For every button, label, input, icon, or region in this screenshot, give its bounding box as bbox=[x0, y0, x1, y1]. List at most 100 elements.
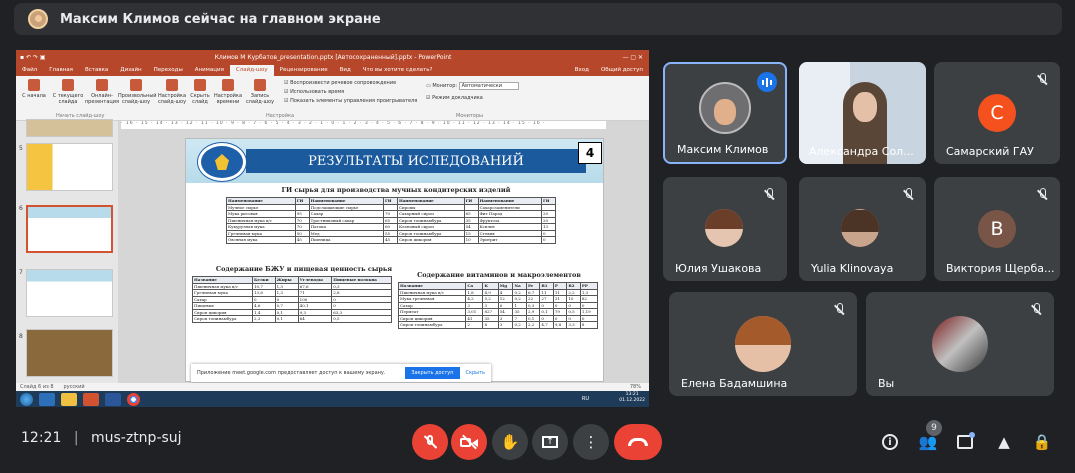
tab-file[interactable]: Файл bbox=[16, 65, 43, 76]
ppt-window-title: Климов М Курбатов_presentation.pptx [Авт… bbox=[214, 53, 452, 61]
table-cell: 10 bbox=[463, 236, 479, 244]
check-narration[interactable]: ☑ Воспроизвести речевое сопровождение bbox=[284, 79, 417, 88]
ppt-statusbar: Слайд 6 из 8 русский 78% bbox=[16, 383, 649, 391]
table-cell: 9,8 bbox=[552, 321, 568, 329]
tab-slideshow[interactable]: Слайд-шоу bbox=[229, 65, 274, 76]
share-link[interactable]: Общий доступ bbox=[595, 65, 649, 76]
window-controls[interactable]: — ▢ ✕ bbox=[616, 54, 649, 61]
tab-transitions[interactable]: Переходы bbox=[148, 65, 189, 76]
tab-view[interactable]: Вид bbox=[334, 65, 357, 76]
raise-hand-button[interactable]: ✋ bbox=[492, 424, 528, 460]
tell-me-search[interactable]: Что вы хотите сделать? bbox=[357, 65, 439, 76]
presenting-text: Максим Климов сейчас на главном экране bbox=[60, 11, 381, 27]
explorer-icon[interactable] bbox=[61, 392, 77, 406]
table-cell: 45 bbox=[294, 236, 310, 244]
zoom-level[interactable]: 78% bbox=[630, 384, 641, 390]
activities-button[interactable]: ▲ bbox=[994, 432, 1014, 452]
ppt-ribbon: С начала С текущего слайда Онлайн-презен… bbox=[16, 76, 649, 121]
present-online-button[interactable]: Онлайн-презентация bbox=[84, 79, 120, 105]
mic-off-icon bbox=[759, 185, 779, 205]
tab-home[interactable]: Главная bbox=[43, 65, 79, 76]
host-controls-button[interactable]: 🔒 bbox=[1032, 432, 1052, 452]
table-row: Сироп топинамбура 2 8 3 0,2 2,2 4,7 9,8 3,3 8 bbox=[397, 321, 599, 329]
participant-tile-maksim[interactable]: Максим Климов bbox=[663, 62, 787, 164]
windows-taskbar: RU 13:21 01.12.2022 bbox=[16, 391, 649, 407]
tab-review[interactable]: Рецензирование bbox=[274, 65, 334, 76]
rehearse-timings-button[interactable]: Настройка времени bbox=[210, 79, 246, 105]
speaking-indicator-icon bbox=[757, 72, 777, 92]
tab-insert[interactable]: Вставка bbox=[79, 65, 114, 76]
shared-screen: ▪ ↶ ↷ ▣ Климов М Курбатов_presentation.p… bbox=[16, 50, 649, 407]
participant-tile-elena[interactable]: Елена Бадамшина bbox=[669, 292, 857, 396]
more-vert-icon: ⋮ bbox=[583, 433, 599, 451]
participant-tile-self[interactable]: Вы bbox=[866, 292, 1054, 396]
camera-toggle-button[interactable] bbox=[451, 424, 487, 460]
gi-table: Наименование ГИ Наименование ГИ Наименование… bbox=[226, 197, 557, 244]
hand-icon: ✋ bbox=[500, 433, 520, 451]
powerpoint-icon[interactable] bbox=[83, 392, 99, 406]
bju-table: Название Белки Жиры Углеводы Пищевые волокна… bbox=[192, 276, 392, 323]
thumbnail-8[interactable] bbox=[26, 329, 113, 377]
monitor-select[interactable]: Автоматически bbox=[458, 82, 520, 90]
check-media-controls[interactable]: ☑ Показать элементы управления проигрыва… bbox=[284, 97, 417, 106]
check-presenter-view[interactable]: ☑ Режим докладчика bbox=[426, 92, 519, 104]
custom-show-button[interactable]: Произвольный слайд-шоу bbox=[118, 79, 157, 105]
check-timings[interactable]: ☑ Использовать время bbox=[284, 88, 417, 97]
participant-tile-samara[interactable]: С Самарский ГАУ bbox=[934, 62, 1060, 164]
chat-button[interactable] bbox=[955, 432, 975, 452]
chat-unread-dot bbox=[969, 432, 975, 438]
ie-icon[interactable] bbox=[39, 392, 55, 406]
record-show-button[interactable]: Запись слайд-шоу bbox=[242, 79, 278, 105]
mic-toggle-button[interactable] bbox=[412, 424, 448, 460]
status-slide: Слайд 6 из 8 bbox=[20, 384, 54, 390]
participant-name: Виктория Щерба... bbox=[946, 262, 1055, 275]
status-language: русский bbox=[63, 384, 85, 390]
table-cell: 0,2 bbox=[512, 321, 527, 329]
hide-notice-button[interactable]: Скрыть bbox=[460, 367, 492, 379]
tab-animations[interactable]: Анимация bbox=[189, 65, 230, 76]
participant-tile-yulia-k[interactable]: Yulia Klinovaya bbox=[799, 177, 926, 281]
present-screen-button[interactable]: ↑ bbox=[532, 424, 568, 460]
participant-avatar bbox=[699, 82, 751, 134]
slide-title: РЕЗУЛЬТАТЫ ИСЛЕДОВАНИЙ bbox=[246, 149, 586, 173]
participant-tile-aleksandra[interactable]: Александра Сол... bbox=[799, 62, 926, 164]
university-logo bbox=[198, 143, 246, 181]
tray-language: RU bbox=[581, 396, 589, 402]
mic-off-icon bbox=[422, 434, 438, 450]
table-cell: 0,1 bbox=[274, 315, 299, 323]
participant-tile-yulia-u[interactable]: Юлия Ушакова bbox=[663, 177, 787, 281]
system-clock: 13:21 01.12.2022 bbox=[619, 392, 645, 403]
more-options-button[interactable]: ⋮ bbox=[573, 424, 609, 460]
people-button[interactable]: 👥 9 bbox=[918, 420, 942, 452]
participant-avatar bbox=[705, 209, 743, 247]
from-beginning-button[interactable]: С начала bbox=[16, 79, 52, 99]
participant-name: Александра Сол... bbox=[809, 145, 914, 158]
mic-off-icon bbox=[898, 185, 918, 205]
ruler: · 16 · 15 · 14 · 13 · 12 · 11 · 10 · 9 ·… bbox=[121, 121, 606, 129]
from-current-button[interactable]: С текущего слайда bbox=[50, 79, 86, 105]
thumbnail-4[interactable] bbox=[26, 119, 113, 137]
sign-in-link[interactable]: Вход bbox=[569, 65, 595, 76]
table-cell: 3,3 bbox=[566, 321, 581, 329]
tab-design[interactable]: Дизайн bbox=[114, 65, 147, 76]
table-cell: 64 bbox=[297, 315, 333, 323]
thumbnail-7[interactable] bbox=[26, 269, 113, 317]
table-cell: Сироп цикория bbox=[396, 236, 465, 244]
participant-tile-viktoria[interactable]: В Виктория Щерба... bbox=[934, 177, 1060, 281]
meeting-details-button[interactable]: i bbox=[880, 432, 900, 452]
present-icon: ↑ bbox=[542, 436, 558, 448]
presenting-banner: Максим Климов сейчас на главном экране bbox=[14, 3, 1062, 35]
table-cell: 0 bbox=[540, 236, 557, 244]
word-icon[interactable] bbox=[105, 392, 121, 406]
ppt-quick-access-icons: ▪ ↶ ↷ ▣ bbox=[20, 53, 46, 61]
thumbnail-6-selected[interactable] bbox=[26, 205, 113, 253]
table-cell: Пшеница bbox=[308, 236, 384, 244]
leave-call-button[interactable] bbox=[614, 424, 662, 460]
table-cell: 3 bbox=[497, 321, 514, 329]
start-icon[interactable] bbox=[20, 392, 33, 406]
participant-avatar bbox=[735, 316, 791, 372]
group-monitors: Мониторы bbox=[456, 113, 483, 119]
stop-sharing-button[interactable]: Закрыть доступ bbox=[405, 367, 460, 379]
thumbnail-5[interactable] bbox=[26, 143, 113, 191]
chrome-icon[interactable] bbox=[127, 392, 140, 406]
